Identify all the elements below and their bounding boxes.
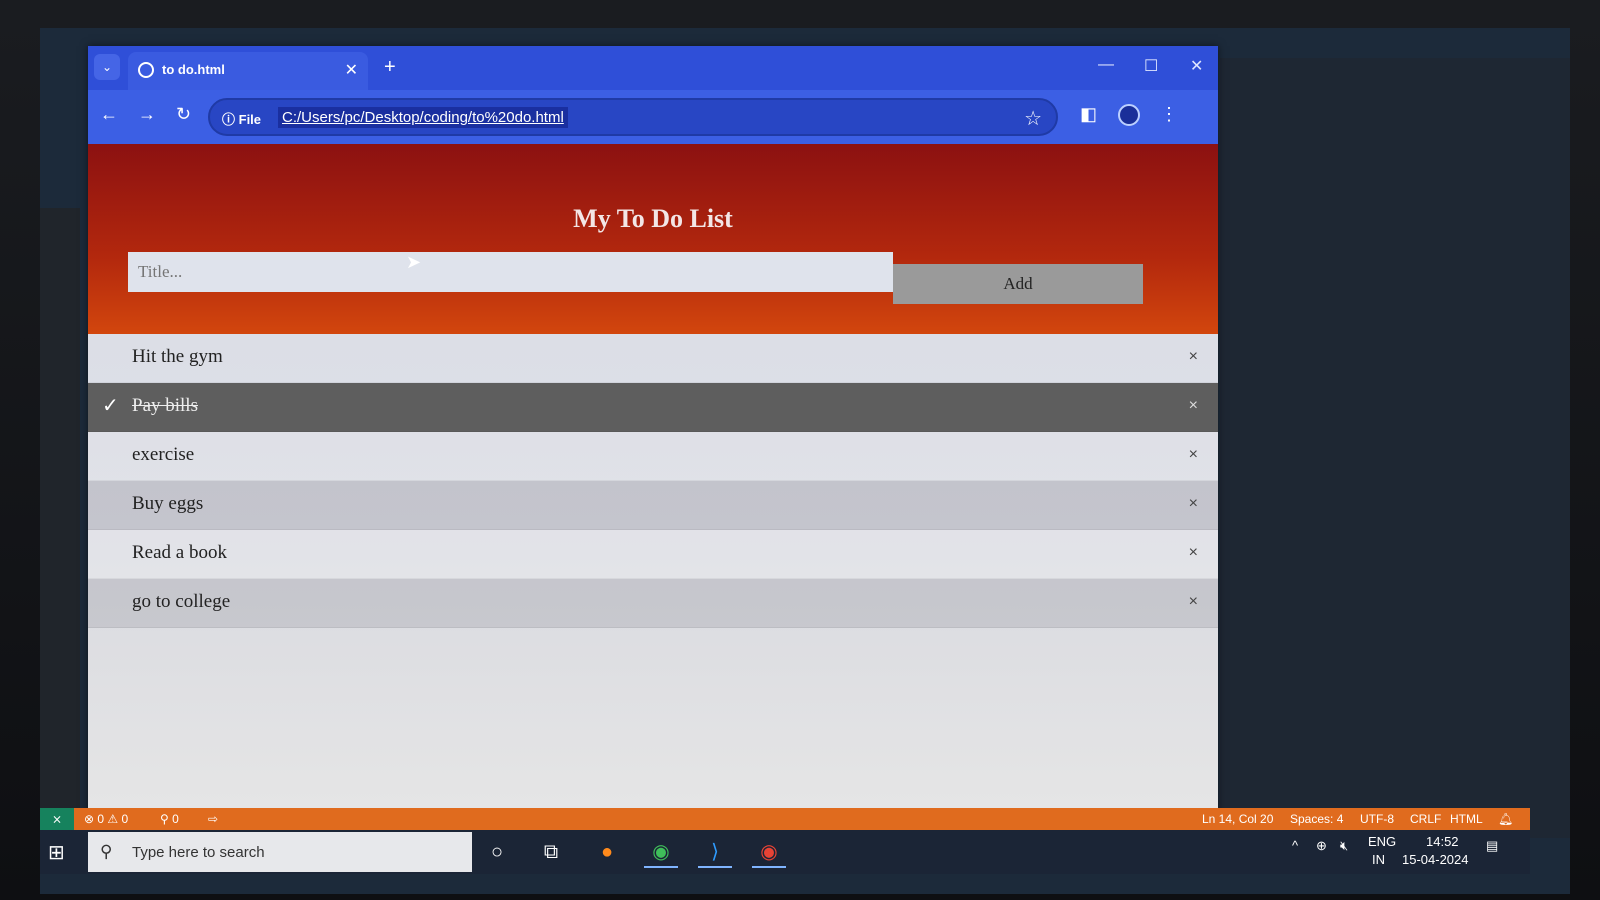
cortana-icon[interactable]: ○ — [480, 836, 514, 868]
windows-start-icon[interactable]: ⊞ — [48, 840, 65, 865]
close-icon[interactable]: × — [1189, 495, 1198, 513]
taskbar-search[interactable]: ⚲ Type here to search — [88, 832, 472, 872]
item-text: Hit the gym — [132, 346, 223, 367]
chrome-canary-icon[interactable]: ◉ — [752, 836, 786, 868]
new-tab-button[interactable]: + — [384, 56, 396, 79]
checkmark-icon: ✓ — [102, 395, 119, 417]
list-item[interactable]: exercise × — [88, 432, 1218, 481]
line-ending[interactable]: CRLF — [1410, 812, 1441, 826]
profile-avatar[interactable] — [1118, 104, 1140, 126]
todo-header: My To Do List Add — [88, 144, 1218, 334]
input-language[interactable]: ENG — [1368, 834, 1396, 849]
page-title: My To Do List — [573, 204, 733, 233]
side-panel-icon[interactable]: ◧ — [1080, 104, 1097, 125]
tab-active[interactable]: to do.html ✕ — [128, 52, 368, 90]
forward-icon[interactable]: → — [138, 104, 156, 125]
tab-search-button[interactable]: ⌄ — [94, 54, 120, 80]
list-item[interactable]: go to college × — [88, 579, 1218, 628]
site-info-label: File — [238, 112, 262, 127]
language-mode[interactable]: HTML — [1450, 812, 1483, 826]
tab-bar: ⌄ to do.html ✕ + — ☐ ✕ — [88, 46, 1218, 90]
globe-icon — [138, 62, 154, 78]
network-icon[interactable]: ⊕ — [1316, 838, 1327, 854]
close-icon[interactable]: × — [1189, 593, 1198, 611]
firefox-icon[interactable]: ● — [590, 836, 624, 868]
screen: ⌄ to do.html ✕ + — ☐ ✕ ← → ↻ ⓘ File C:/U… — [40, 28, 1570, 894]
clock-date[interactable]: 15-04-2024 — [1402, 852, 1469, 867]
close-tab-icon[interactable]: ✕ — [345, 60, 358, 80]
tab-title: to do.html — [162, 62, 225, 77]
reload-icon[interactable]: ↻ — [176, 104, 191, 125]
add-button[interactable]: Add — [893, 264, 1143, 304]
indent-spaces[interactable]: Spaces: 4 — [1290, 812, 1343, 826]
vscode-activity-bar — [40, 208, 80, 838]
browser-toolbar: ← → ↻ ⓘ File C:/Users/pc/Desktop/coding/… — [88, 90, 1218, 144]
site-info[interactable]: ⓘ File — [222, 109, 261, 128]
back-icon[interactable]: ← — [100, 104, 118, 125]
todo-list: Hit the gym × ✓ Pay bills × exercise × B… — [88, 334, 1218, 628]
volume-muted-icon[interactable]: 🔇︎ — [1340, 838, 1348, 854]
ports-count[interactable]: ⚲ 0 — [160, 812, 179, 826]
mouse-pointer-icon: ➤ — [406, 252, 422, 272]
search-placeholder: Type here to search — [132, 844, 265, 861]
list-item[interactable]: ✓ Pay bills × — [88, 383, 1218, 432]
title-input[interactable] — [128, 252, 893, 292]
close-window-icon[interactable]: ✕ — [1190, 56, 1203, 76]
address-bar[interactable]: ⓘ File C:/Users/pc/Desktop/coding/to%20d… — [208, 98, 1058, 136]
maximize-icon[interactable]: ☐ — [1144, 56, 1158, 76]
problems-count[interactable]: ⊗ 0 ⚠ 0 — [84, 812, 128, 826]
chrome-icon[interactable]: ◉ — [644, 836, 678, 868]
item-text: Pay bills — [132, 395, 198, 416]
close-icon[interactable]: × — [1189, 544, 1198, 562]
item-text: Read a book — [132, 542, 227, 563]
file-encoding[interactable]: UTF-8 — [1360, 812, 1394, 826]
vscode-status-bar: ⨯ ⊗ 0 ⚠ 0 ⚲ 0 ⇨ Ln 14, Col 20 Spaces: 4 … — [40, 808, 1530, 830]
task-view-icon[interactable]: ⧉ — [534, 836, 568, 868]
live-share-icon[interactable]: ⇨ — [208, 812, 218, 826]
item-text: exercise — [132, 444, 195, 465]
close-icon[interactable]: × — [1189, 446, 1198, 464]
list-item[interactable]: Read a book × — [88, 530, 1218, 579]
notifications-icon[interactable]: ▤ — [1486, 838, 1498, 854]
item-text: go to college — [132, 591, 231, 612]
monitor-frame: ⌄ to do.html ✕ + — ☐ ✕ ← → ↻ ⓘ File C:/U… — [0, 0, 1600, 900]
url-text[interactable]: C:/Users/pc/Desktop/coding/to%20do.html — [278, 107, 568, 128]
search-icon: ⚲ — [100, 842, 113, 861]
bell-icon[interactable]: 🔔︎ — [1498, 812, 1513, 826]
clock-time[interactable]: 14:52 — [1426, 834, 1459, 849]
input-region[interactable]: IN — [1372, 852, 1385, 867]
page-content: My To Do List Add Hit the gym × ✓ Pay bi… — [88, 144, 1218, 826]
background-editor — [1220, 58, 1570, 838]
browser-window: ⌄ to do.html ✕ + — ☐ ✕ ← → ↻ ⓘ File C:/U… — [88, 46, 1218, 826]
windows-taskbar: ⊞ ⚲ Type here to search ○ ⧉ ● ◉ ⟩ ◉ ^ ⊕ … — [40, 830, 1530, 874]
tray-chevron-icon[interactable]: ^ — [1292, 838, 1298, 853]
close-icon[interactable]: × — [1189, 397, 1198, 415]
bookmark-star-icon[interactable]: ☆ — [1024, 106, 1042, 131]
menu-kebab-icon[interactable]: ⋮ — [1160, 104, 1178, 125]
remote-icon[interactable]: ⨯ — [40, 808, 74, 830]
list-item[interactable]: Hit the gym × — [88, 334, 1218, 383]
close-icon[interactable]: × — [1189, 348, 1198, 366]
minimize-icon[interactable]: — — [1098, 56, 1114, 74]
list-item[interactable]: Buy eggs × — [88, 481, 1218, 530]
item-text: Buy eggs — [132, 493, 204, 514]
cursor-position[interactable]: Ln 14, Col 20 — [1202, 812, 1273, 826]
vscode-icon[interactable]: ⟩ — [698, 836, 732, 868]
